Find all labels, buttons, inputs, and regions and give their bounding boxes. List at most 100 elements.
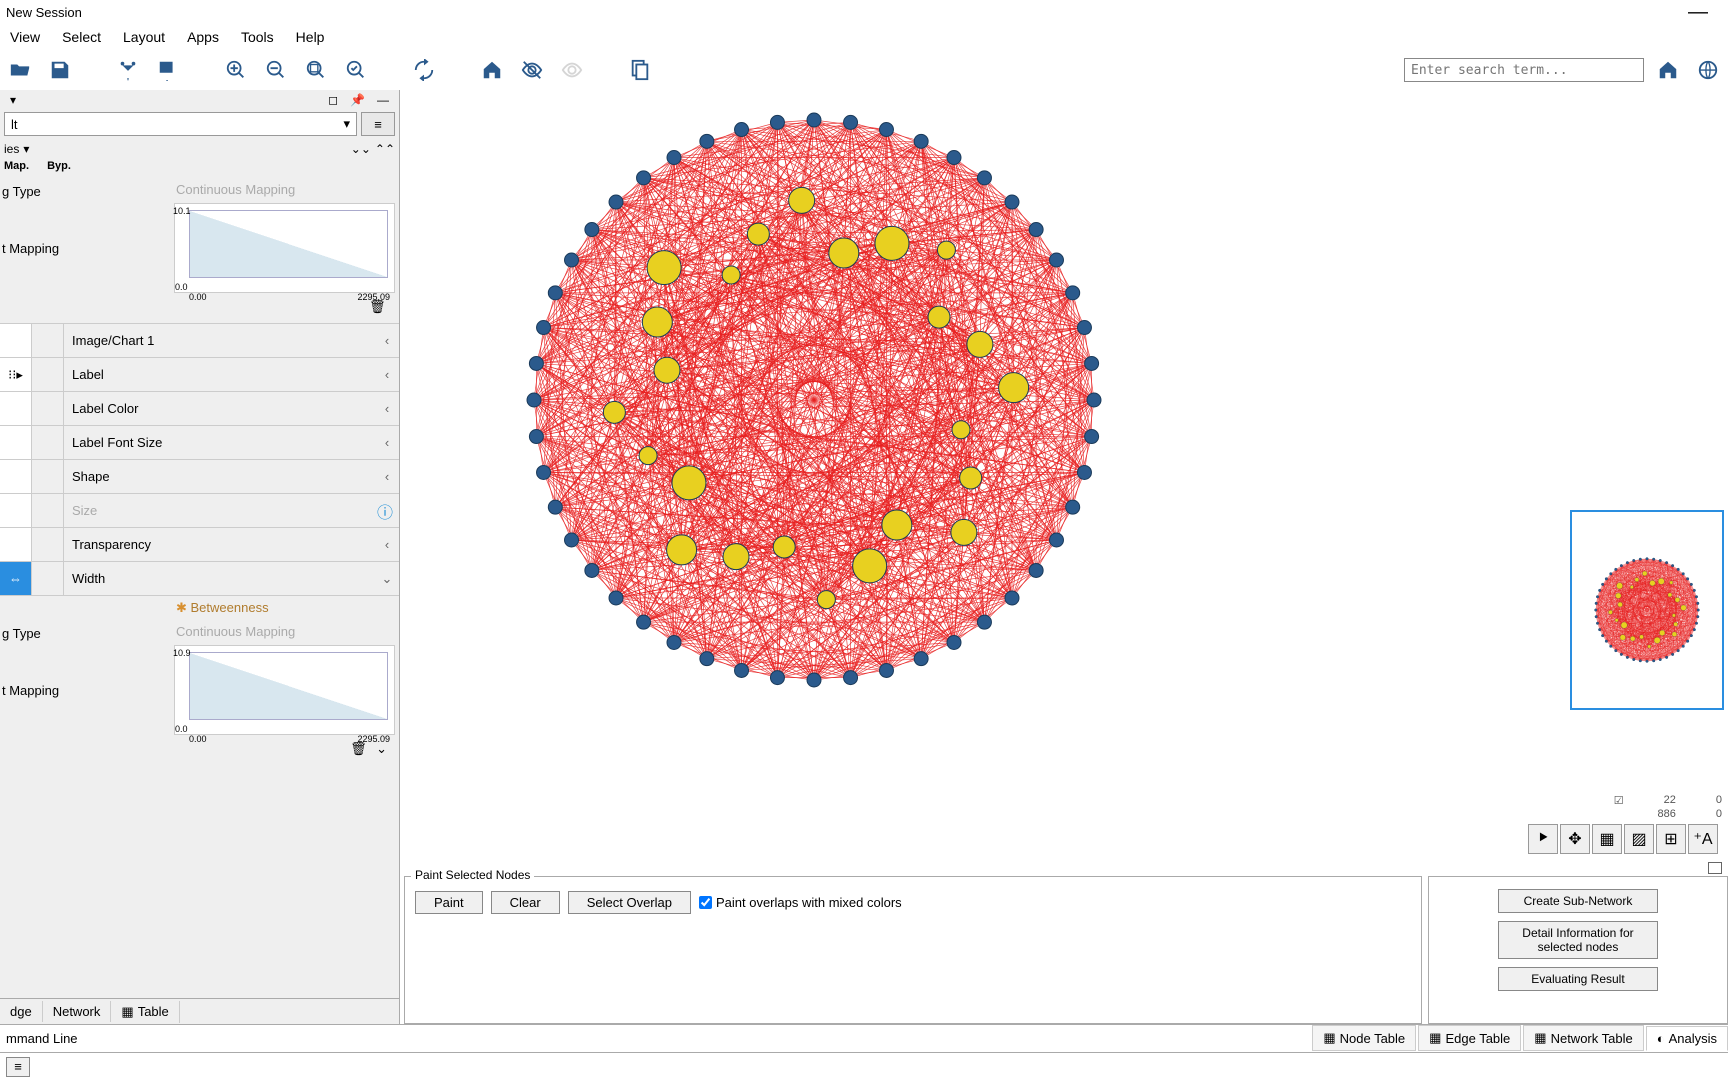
detail-info-button[interactable]: Detail Information for selected nodes bbox=[1498, 921, 1658, 959]
style-combo-value: lt bbox=[11, 117, 18, 132]
tab-network-table[interactable]: ▦Network Table bbox=[1523, 1025, 1643, 1051]
tab-node-table[interactable]: ▦Node Table bbox=[1312, 1025, 1416, 1051]
dropdown-arrow-icon: ▾ bbox=[343, 116, 350, 132]
copy-icon[interactable] bbox=[624, 54, 656, 86]
tab-edge[interactable]: dge bbox=[0, 1001, 43, 1022]
action-panel: Create Sub-Network Detail Information fo… bbox=[1428, 876, 1728, 1024]
prop-label-color[interactable]: Label Color‹ bbox=[0, 391, 399, 425]
minimize-panel-icon[interactable]: — bbox=[373, 93, 393, 107]
menu-select[interactable]: Select bbox=[52, 26, 111, 48]
width-mapping-type-value[interactable]: Continuous Mapping bbox=[168, 620, 399, 643]
table-icon: ▦ bbox=[121, 1004, 133, 1020]
menu-layout[interactable]: Layout bbox=[113, 26, 175, 48]
info-icon[interactable]: ⓘ bbox=[377, 499, 393, 523]
home-icon[interactable] bbox=[476, 54, 508, 86]
table-icon: ▦ bbox=[1429, 1030, 1441, 1046]
evaluating-result-button[interactable]: Evaluating Result bbox=[1498, 967, 1658, 991]
tab-edge-table[interactable]: ▦Edge Table bbox=[1418, 1025, 1521, 1051]
tab-analysis[interactable]: ◐Analysis bbox=[1646, 1026, 1728, 1051]
mapping-graph-2[interactable]: 10.9 0.0 0.00 2295.09 bbox=[174, 645, 395, 735]
mapping-label: t Mapping bbox=[0, 235, 168, 262]
col-byp-header: Byp. bbox=[47, 160, 71, 178]
prop-width[interactable]: ⇔Width⌄ bbox=[0, 561, 399, 595]
canvas-toolbar: ⯈ ✥ ▦ ▨ ⊞ ⁺A bbox=[1528, 824, 1718, 854]
pin-icon[interactable]: 📌 bbox=[346, 93, 369, 107]
select-overlap-button[interactable]: Select Overlap bbox=[568, 891, 691, 914]
list-button[interactable]: ≡ bbox=[6, 1057, 30, 1077]
zoom-fit-icon[interactable] bbox=[300, 54, 332, 86]
style-bottom-tabs: dge Network ▦Table bbox=[0, 998, 399, 1024]
import-table-icon[interactable] bbox=[152, 54, 184, 86]
network-graph[interactable] bbox=[404, 90, 1224, 710]
refresh-icon[interactable] bbox=[408, 54, 440, 86]
section-title: ies bbox=[4, 142, 19, 156]
search-input[interactable] bbox=[1404, 58, 1644, 82]
home-nav-icon[interactable] bbox=[1652, 54, 1684, 86]
prop-shape[interactable]: Shape‹ bbox=[0, 459, 399, 493]
prop-label[interactable]: ⁝⁝▸Label‹ bbox=[0, 357, 399, 391]
tab-table[interactable]: ▦Table bbox=[111, 1001, 179, 1023]
scroll-down-icon[interactable]: ⌄ bbox=[376, 741, 387, 761]
mapping-graph-1[interactable]: 10.1 0.0 0.00 2295.09 bbox=[174, 203, 395, 293]
menu-apps[interactable]: Apps bbox=[177, 26, 229, 48]
import-network-icon[interactable] bbox=[112, 54, 144, 86]
create-sub-network-button[interactable]: Create Sub-Network bbox=[1498, 889, 1658, 913]
prop-label-font-size[interactable]: Label Font Size‹ bbox=[0, 425, 399, 459]
paint-panel: Paint Selected Nodes Paint Clear Select … bbox=[404, 876, 1422, 1024]
footer: ≡ bbox=[0, 1052, 1728, 1080]
maximize-icon[interactable] bbox=[1708, 862, 1722, 874]
tab-network[interactable]: Network bbox=[43, 1001, 112, 1022]
style-menu-button[interactable]: ≡ bbox=[361, 112, 395, 136]
table-icon: ▦ bbox=[1534, 1030, 1546, 1046]
network-stats: ☑220 8860 bbox=[1614, 794, 1722, 820]
column-attribute[interactable]: Betweenness bbox=[0, 596, 399, 620]
table-tabs: ▦Node Table ▦Edge Table ▦Network Table ◐… bbox=[0, 1024, 1728, 1052]
expand-all-icon[interactable]: ⌄⌄ bbox=[351, 142, 371, 156]
main-toolbar bbox=[0, 50, 1728, 90]
grid-icon[interactable]: ▦ bbox=[1592, 824, 1622, 854]
delete-mapping-icon[interactable]: 🗑 bbox=[369, 299, 387, 319]
show-icon[interactable] bbox=[556, 54, 588, 86]
style-panel: ▾ ◻ 📌 — lt ▾ ≡ ies ▾ ⌄⌄ ⌃⌃ Map. Byp. bbox=[0, 90, 400, 1024]
annotations-icon[interactable]: ⊞ bbox=[1656, 824, 1686, 854]
birds-eye-view[interactable] bbox=[1570, 510, 1724, 710]
zoom-out-icon[interactable] bbox=[260, 54, 292, 86]
clear-button[interactable]: Clear bbox=[491, 891, 560, 914]
table-icon: ▦ bbox=[1323, 1030, 1335, 1046]
export-icon[interactable]: ⯈ bbox=[1528, 824, 1558, 854]
style-combo[interactable]: lt ▾ bbox=[4, 112, 357, 136]
prop-size[interactable]: Sizeⓘ bbox=[0, 493, 399, 527]
prop-transparency[interactable]: Transparency‹ bbox=[0, 527, 399, 561]
collapse-all-icon[interactable]: ⌃⌃ bbox=[375, 142, 395, 156]
mapping-type-value[interactable]: Continuous Mapping bbox=[168, 178, 399, 201]
menu-help[interactable]: Help bbox=[286, 26, 335, 48]
hide-icon[interactable] bbox=[516, 54, 548, 86]
window-title: New Session bbox=[6, 5, 82, 20]
text-icon[interactable]: ⁺A bbox=[1688, 824, 1718, 854]
width-mapping-label: t Mapping bbox=[0, 677, 168, 704]
minimize-button[interactable]: — bbox=[1674, 1, 1722, 24]
delete-width-mapping-icon[interactable]: 🗑 bbox=[350, 741, 368, 761]
width-mapping-type-label: g Type bbox=[0, 620, 168, 647]
open-icon[interactable] bbox=[4, 54, 36, 86]
zoom-selected-icon[interactable] bbox=[340, 54, 372, 86]
zoom-in-icon[interactable] bbox=[220, 54, 252, 86]
property-list: Image/Chart 1‹ ⁝⁝▸Label‹ Label Color‹ La… bbox=[0, 323, 399, 595]
search-container bbox=[1404, 58, 1644, 82]
prop-image-chart[interactable]: Image/Chart 1‹ bbox=[0, 323, 399, 357]
col-map-header: Map. bbox=[4, 160, 29, 178]
paint-button[interactable]: Paint bbox=[415, 891, 483, 914]
move-icon[interactable]: ✥ bbox=[1560, 824, 1590, 854]
mix-colors-checkbox[interactable]: Paint overlaps with mixed colors bbox=[699, 895, 902, 910]
hatch-icon[interactable]: ▨ bbox=[1624, 824, 1654, 854]
float-icon[interactable]: ◻ bbox=[324, 93, 342, 107]
menu-tools[interactable]: Tools bbox=[231, 26, 284, 48]
analysis-icon: ◐ bbox=[1657, 1031, 1665, 1046]
title-bar: New Session — bbox=[0, 0, 1728, 24]
save-icon[interactable] bbox=[44, 54, 76, 86]
dropdown-icon[interactable]: ▾ bbox=[6, 93, 20, 107]
menu-bar: View Select Layout Apps Tools Help bbox=[0, 24, 1728, 50]
mapping-type-label: g Type bbox=[0, 178, 168, 205]
menu-view[interactable]: View bbox=[0, 26, 50, 48]
web-icon[interactable] bbox=[1692, 54, 1724, 86]
